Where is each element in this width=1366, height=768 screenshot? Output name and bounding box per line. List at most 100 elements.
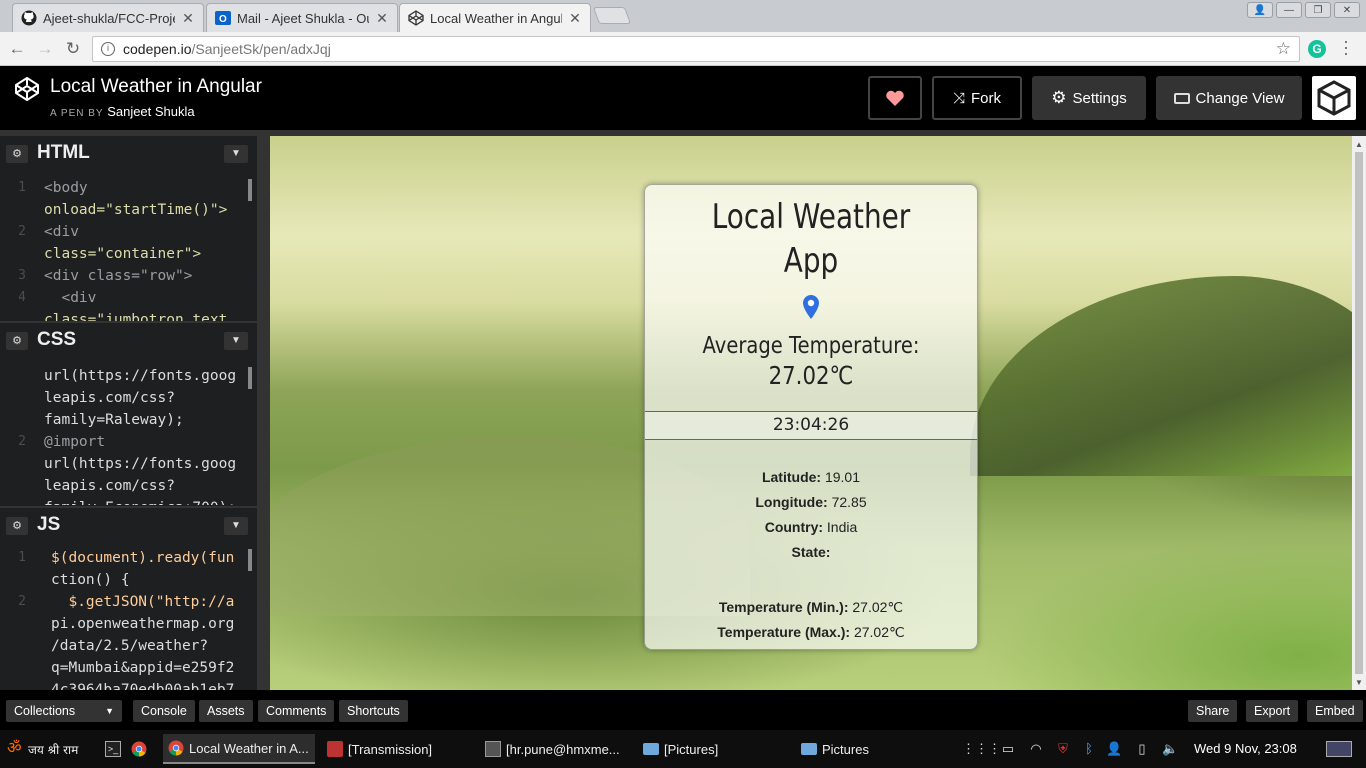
code-line: 4c3964ba70edb00ab1eb7 [51,682,235,690]
folder-icon [801,743,817,755]
code-line: 3 <div class="row"> [18,268,193,284]
app-title-line1: Local Weather [711,197,911,237]
chevron-down-icon[interactable]: ▼ [224,145,248,163]
share-button[interactable]: Share [1188,700,1238,722]
scroll-up-icon[interactable]: ▲ [1355,140,1363,149]
forward-icon[interactable]: → [34,38,56,60]
codepen-logo-icon[interactable] [14,76,40,102]
battery-icon[interactable]: ▯ [1134,741,1150,757]
code-line: 1 $(document).ready(fun [18,550,235,566]
outlook-icon: O [215,10,231,26]
gear-icon: ⚙ [1051,88,1067,107]
task-pictures[interactable]: Pictures [796,734,946,764]
state-label: State: [791,544,831,560]
html-code-area[interactable]: 1 <body onload="startTime()"> 2 <div class… [0,177,257,321]
chrome-launcher[interactable] [126,734,152,764]
task-mail[interactable]: [hr.pune@hmxme... [480,734,630,764]
tab-local-weather[interactable]: Local Weather in Angula ✕ [399,3,591,32]
longitude-value: 72.85 [831,494,867,510]
code-line: url(https://fonts.goog [44,456,237,472]
chevron-down-icon[interactable]: ▼ [224,332,248,350]
comments-button[interactable]: Comments [258,700,335,722]
user-avatar[interactable] [1312,76,1356,120]
css-editor-label: CSS [37,329,77,350]
volume-icon[interactable]: 🔈 [1162,741,1178,757]
css-settings-gear-icon[interactable]: ⚙ [6,332,28,350]
settings-button[interactable]: ⚙ Settings [1032,76,1146,120]
new-tab-button[interactable] [592,7,632,24]
fork-button[interactable]: ⤨ Fork [932,76,1022,120]
code-line: /data/2.5/weather? [51,638,209,654]
task-transmission[interactable]: [Transmission] [322,734,472,764]
close-icon[interactable]: ✕ [568,10,582,27]
window-controls: 👤 — ❐ ✕ [1247,2,1360,18]
terminal-launcher[interactable]: >_ [100,734,126,764]
scroll-down-icon[interactable]: ▼ [1355,678,1363,687]
show-desktop-icon[interactable] [1326,741,1352,757]
heart-button[interactable] [868,76,922,120]
pen-author-link[interactable]: Sanjeet Shukla [107,104,194,119]
shortcuts-button[interactable]: Shortcuts [339,700,408,722]
change-view-label: Change View [1195,89,1285,107]
code-line: leapis.com/css? [44,478,175,494]
bluetooth-icon[interactable]: ᛒ [1081,741,1097,757]
close-icon[interactable]: ✕ [181,10,195,27]
export-button[interactable]: Export [1246,700,1299,722]
tab-github[interactable]: Ajeet-shukla/FCC-Projec ✕ [12,3,204,32]
html-editor-label: HTML [37,142,90,163]
minimize-icon[interactable]: — [1276,2,1302,18]
chevron-down-icon[interactable]: ▼ [224,517,248,535]
address-bar[interactable]: i codepen.io/SanjeetSk/pen/adxJqj ☆ [92,36,1300,62]
result-preview: Local Weather App Average Temperature: 2… [270,136,1352,690]
current-time: 23:04:26 [645,411,977,440]
maximize-icon[interactable]: ❐ [1305,2,1331,18]
page-info-icon[interactable]: i [101,42,115,56]
code-line: ction() { [51,572,130,588]
js-editor-header: ⚙ JS ▼ [0,506,257,542]
tab-mail[interactable]: O Mail - Ajeet Shukla - Ou ✕ [206,3,398,32]
js-code-area[interactable]: 1 $(document).ready(fun ction() { 2 $.get… [0,547,257,690]
system-clock[interactable]: Wed 9 Nov, 23:08 [1194,741,1297,756]
editor-resize-handle[interactable] [257,136,270,690]
task-local-weather[interactable]: Local Weather in A... [163,734,315,764]
css-code-area[interactable]: url(https://fonts.goog leapis.com/css? f… [0,365,257,505]
start-menu-button[interactable]: ॐ जय श्री राम [2,734,83,764]
task-pictures-folder[interactable]: [Pictures] [638,734,788,764]
map-pin-icon [803,295,819,319]
bookmark-star-icon[interactable]: ☆ [1276,39,1291,59]
shield-icon[interactable]: ⛨ [1055,741,1071,757]
pen-byline: A PEN BY Sanjeet Shukla [50,104,195,119]
scrollbar-thumb[interactable] [1355,152,1363,674]
wifi-icon[interactable]: ◠ [1028,741,1044,757]
country-value: India [826,519,858,535]
collections-dropdown[interactable]: Collections ▼ [6,700,122,722]
code-line: leapis.com/css? [44,390,175,406]
browser-menu-icon[interactable]: · · · [1343,32,1349,62]
js-settings-gear-icon[interactable]: ⚙ [6,517,28,535]
code-line: 1 <body [18,180,88,196]
close-window-icon[interactable]: ✕ [1334,2,1360,18]
app-grid-icon[interactable]: ⋮⋮⋮ [962,741,1001,757]
weather-card: Local Weather App Average Temperature: 2… [644,184,978,650]
temp-min-row: Temperature (Min.): 27.02℃ [645,599,977,616]
embed-button[interactable]: Embed [1307,700,1363,722]
preview-scrollbar[interactable]: ▲ ▼ [1352,136,1366,690]
pen-title: Local Weather in Angular [50,76,262,97]
chrome-icon [131,741,147,757]
task-label: [Pictures] [664,741,719,757]
grammarly-extension-icon[interactable]: G [1308,40,1326,58]
console-button[interactable]: Console [133,700,195,722]
display-icon[interactable]: ▭ [1000,741,1016,757]
change-view-button[interactable]: Change View [1156,76,1302,120]
change-view-icon [1173,92,1190,104]
tab-title: Local Weather in Angula [430,10,562,26]
user-status-icon[interactable]: 👤 [1106,741,1122,757]
back-icon[interactable]: ← [6,38,28,60]
user-icon[interactable]: 👤 [1247,2,1273,18]
reload-icon[interactable]: ↻ [62,38,84,60]
assets-button[interactable]: Assets [199,700,253,722]
codepen-footer: Collections ▼ Console Assets Comments Sh… [0,690,1366,730]
close-icon[interactable]: ✕ [375,10,389,27]
background-mountain [970,276,1352,476]
html-settings-gear-icon[interactable]: ⚙ [6,145,28,163]
